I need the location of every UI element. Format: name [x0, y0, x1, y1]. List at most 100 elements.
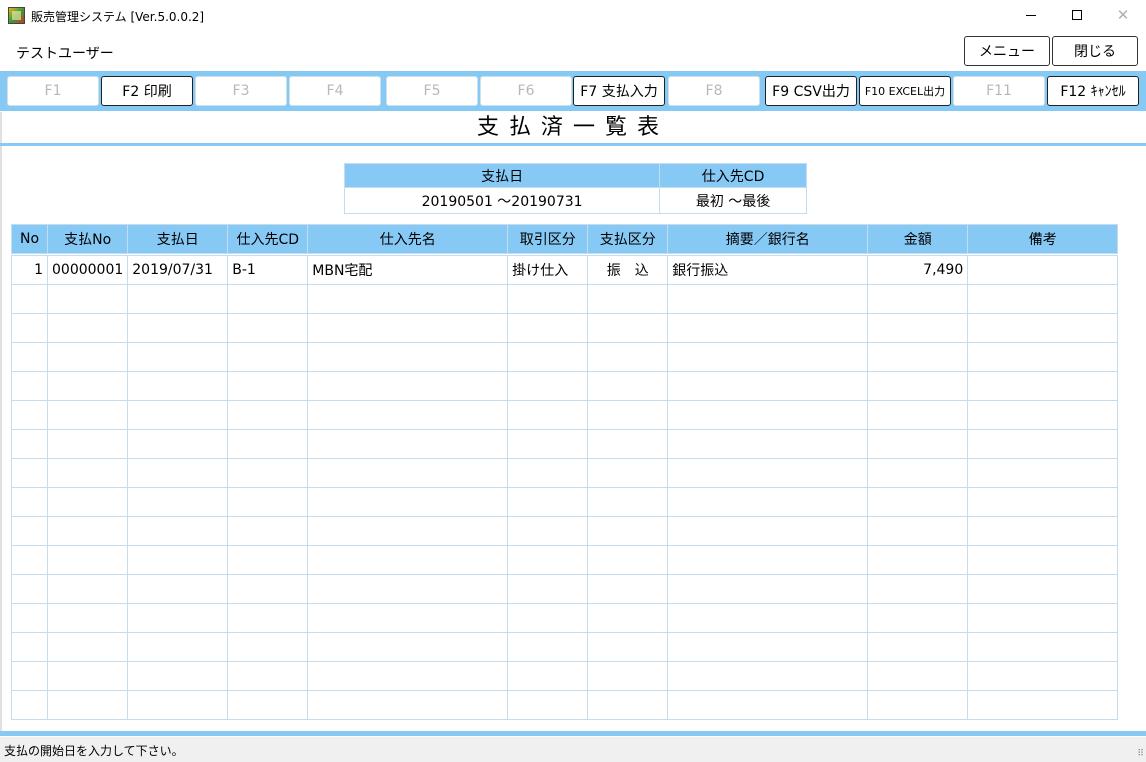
- table-row[interactable]: [11, 400, 1119, 430]
- cell-no[interactable]: 1: [11, 255, 48, 285]
- cell-payment-type[interactable]: 振 込: [587, 255, 669, 285]
- cell-no[interactable]: [11, 284, 48, 314]
- cell-supplier-cd[interactable]: [227, 690, 309, 720]
- minimize-button[interactable]: [1008, 0, 1054, 30]
- table-row[interactable]: [11, 574, 1119, 604]
- cell-supplier-name[interactable]: [307, 400, 509, 430]
- cell-payment-no[interactable]: [46, 371, 129, 401]
- col-header-supplier-cd[interactable]: 仕入先CD: [227, 224, 309, 254]
- cell-payment-no[interactable]: [46, 284, 129, 314]
- cell-amount[interactable]: [867, 458, 969, 488]
- cell-amount[interactable]: [867, 284, 969, 314]
- cell-supplier-cd[interactable]: [227, 661, 309, 691]
- cell-no[interactable]: [11, 342, 48, 372]
- cell-supplier-cd[interactable]: [227, 429, 309, 459]
- cell-transaction-type[interactable]: [507, 371, 589, 401]
- cell-supplier-name[interactable]: [307, 632, 509, 662]
- cell-remarks[interactable]: [967, 284, 1119, 314]
- cell-payment-type[interactable]: [587, 661, 669, 691]
- cell-supplier-cd[interactable]: B-1: [227, 255, 309, 285]
- resize-grip-icon[interactable]: ⠿: [1137, 749, 1144, 759]
- cell-supplier-name[interactable]: [307, 458, 509, 488]
- fkey-f3-button[interactable]: F3: [195, 76, 287, 106]
- cell-no[interactable]: [11, 458, 48, 488]
- cell-supplier-name[interactable]: [307, 342, 509, 372]
- fkey-f5-button[interactable]: F5: [386, 76, 478, 106]
- cell-payment-type[interactable]: [587, 284, 669, 314]
- cell-payment-no[interactable]: [46, 545, 129, 575]
- cell-memo-bank[interactable]: [667, 690, 869, 720]
- cell-remarks[interactable]: [967, 516, 1119, 546]
- cell-payment-date[interactable]: [127, 487, 229, 517]
- table-row[interactable]: [11, 458, 1119, 488]
- cell-transaction-type[interactable]: [507, 313, 589, 343]
- table-row[interactable]: [11, 284, 1119, 314]
- cell-payment-type[interactable]: [587, 429, 669, 459]
- cell-payment-date[interactable]: [127, 342, 229, 372]
- col-header-memo-bank[interactable]: 摘要／銀行名: [667, 224, 869, 254]
- cell-remarks[interactable]: [967, 371, 1119, 401]
- cell-transaction-type[interactable]: [507, 487, 589, 517]
- cell-memo-bank[interactable]: [667, 487, 869, 517]
- cell-memo-bank[interactable]: 銀行振込: [667, 255, 869, 285]
- fkey-f11-button[interactable]: F11: [953, 76, 1045, 106]
- cell-no[interactable]: [11, 371, 48, 401]
- cell-transaction-type[interactable]: [507, 458, 589, 488]
- cell-memo-bank[interactable]: [667, 371, 869, 401]
- cell-payment-type[interactable]: [587, 371, 669, 401]
- cell-payment-type[interactable]: [587, 632, 669, 662]
- cell-memo-bank[interactable]: [667, 574, 869, 604]
- table-row[interactable]: [11, 632, 1119, 662]
- col-header-payment-no[interactable]: 支払No: [46, 224, 129, 254]
- cell-no[interactable]: [11, 603, 48, 633]
- cell-payment-no[interactable]: [46, 487, 129, 517]
- cell-amount[interactable]: 7,490: [867, 255, 969, 285]
- table-row[interactable]: [11, 487, 1119, 517]
- col-header-payment-date[interactable]: 支払日: [127, 224, 229, 254]
- cell-payment-no[interactable]: [46, 661, 129, 691]
- cell-memo-bank[interactable]: [667, 400, 869, 430]
- cell-payment-no[interactable]: [46, 313, 129, 343]
- cell-remarks[interactable]: [967, 632, 1119, 662]
- cell-transaction-type[interactable]: [507, 545, 589, 575]
- cell-amount[interactable]: [867, 487, 969, 517]
- cell-payment-date[interactable]: [127, 516, 229, 546]
- col-header-remarks[interactable]: 備考: [967, 224, 1119, 254]
- cell-payment-date[interactable]: [127, 661, 229, 691]
- cell-memo-bank[interactable]: [667, 516, 869, 546]
- col-header-supplier-name[interactable]: 仕入先名: [307, 224, 509, 254]
- cell-amount[interactable]: [867, 371, 969, 401]
- cell-payment-no[interactable]: [46, 458, 129, 488]
- cell-payment-date[interactable]: [127, 458, 229, 488]
- cell-payment-no[interactable]: [46, 574, 129, 604]
- cell-supplier-name[interactable]: [307, 284, 509, 314]
- cell-remarks[interactable]: [967, 690, 1119, 720]
- col-header-transaction-type[interactable]: 取引区分: [507, 224, 589, 254]
- cell-transaction-type[interactable]: [507, 661, 589, 691]
- cell-memo-bank[interactable]: [667, 458, 869, 488]
- table-row[interactable]: [11, 371, 1119, 401]
- cell-payment-date[interactable]: [127, 429, 229, 459]
- cell-supplier-cd[interactable]: [227, 487, 309, 517]
- fkey-f12-button[interactable]: F12 ｷｬﾝｾﾙ: [1047, 76, 1139, 106]
- cell-amount[interactable]: [867, 429, 969, 459]
- cell-no[interactable]: [11, 632, 48, 662]
- cell-payment-no[interactable]: [46, 632, 129, 662]
- cell-no[interactable]: [11, 487, 48, 517]
- fkey-f2-button[interactable]: F2 印刷: [101, 76, 193, 106]
- cell-transaction-type[interactable]: [507, 603, 589, 633]
- cell-supplier-cd[interactable]: [227, 400, 309, 430]
- cell-supplier-cd[interactable]: [227, 632, 309, 662]
- cell-payment-date[interactable]: [127, 632, 229, 662]
- table-row[interactable]: [11, 429, 1119, 459]
- menu-button[interactable]: メニュー: [964, 36, 1050, 66]
- cell-payment-type[interactable]: [587, 574, 669, 604]
- cell-payment-no[interactable]: [46, 400, 129, 430]
- cell-no[interactable]: [11, 400, 48, 430]
- cell-payment-date[interactable]: [127, 371, 229, 401]
- cell-remarks[interactable]: [967, 487, 1119, 517]
- cell-supplier-name[interactable]: [307, 487, 509, 517]
- cell-amount[interactable]: [867, 342, 969, 372]
- cell-supplier-cd[interactable]: [227, 545, 309, 575]
- cell-transaction-type[interactable]: 掛け仕入: [507, 255, 589, 285]
